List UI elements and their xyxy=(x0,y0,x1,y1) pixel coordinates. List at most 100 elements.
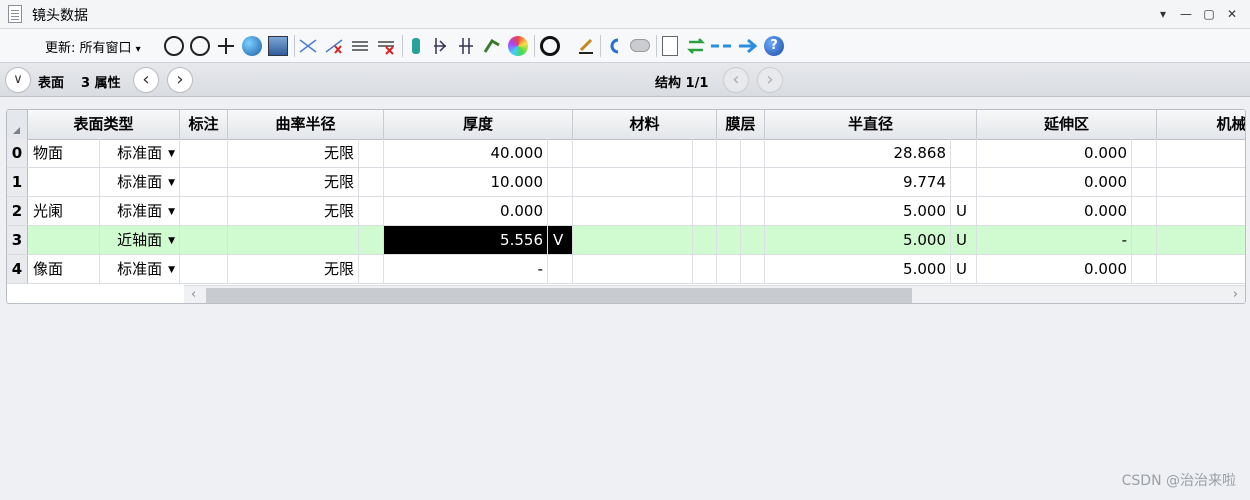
table-cell[interactable] xyxy=(573,139,693,167)
table-cell[interactable] xyxy=(693,139,717,167)
table-cell[interactable] xyxy=(359,255,384,283)
table-cell[interactable] xyxy=(359,197,384,225)
table-cell[interactable] xyxy=(180,255,228,283)
lens-split-icon[interactable] xyxy=(430,36,450,56)
cell-semi[interactable]: 9.774 xyxy=(765,168,951,196)
cell-th-flag[interactable] xyxy=(548,139,573,167)
cell-type[interactable]: 标准面 ▼ xyxy=(100,255,180,283)
cell-semi-flag[interactable] xyxy=(951,168,977,196)
table-cell[interactable] xyxy=(180,168,228,196)
dropdown-arrow-icon[interactable]: ▼ xyxy=(168,149,175,159)
table-cell[interactable] xyxy=(741,139,765,167)
cell-th-flag[interactable]: V xyxy=(548,226,573,254)
select-all-corner[interactable] xyxy=(7,110,28,139)
row-number[interactable]: 3 xyxy=(7,226,28,254)
circle-icon[interactable] xyxy=(540,36,560,56)
table-cell[interactable] xyxy=(693,255,717,283)
table-cell[interactable] xyxy=(693,197,717,225)
row-number[interactable]: 2 xyxy=(7,197,28,225)
col-header-radius[interactable]: 曲率半径 xyxy=(228,110,384,139)
table-cell[interactable] xyxy=(1157,168,1245,196)
table-row[interactable]: 1 标准面 ▼ 无限 10.000 9.774 0.000 xyxy=(7,168,1245,197)
cell-ext[interactable]: 0.000 xyxy=(977,168,1132,196)
collapse-button[interactable]: ∨ xyxy=(5,67,31,93)
table-cell[interactable] xyxy=(573,197,693,225)
lens-join-icon[interactable] xyxy=(456,36,476,56)
cell-name[interactable]: 物面 xyxy=(28,139,100,167)
col-header-comment[interactable]: 标注 xyxy=(180,110,228,139)
table-cell[interactable] xyxy=(359,226,384,254)
window-menu-button[interactable]: ▾ xyxy=(1155,6,1171,22)
cell-th-flag[interactable] xyxy=(548,197,573,225)
cell-thickness[interactable]: 5.556 xyxy=(384,226,548,254)
cell-radius[interactable]: 无限 xyxy=(228,139,359,167)
ray-x-icon[interactable] xyxy=(324,36,344,56)
cell-th-flag[interactable] xyxy=(548,168,573,196)
next-surface-button[interactable]: › xyxy=(167,67,193,93)
table-cell[interactable] xyxy=(717,255,741,283)
cell-type[interactable]: 近轴面 ▼ xyxy=(100,226,180,254)
table-cell[interactable] xyxy=(693,226,717,254)
cell-type[interactable]: 标准面 ▼ xyxy=(100,139,180,167)
table-cell[interactable] xyxy=(693,168,717,196)
swap-icon[interactable] xyxy=(686,36,706,56)
table-cell[interactable] xyxy=(717,226,741,254)
cell-semi-flag[interactable]: U xyxy=(951,255,977,283)
scrollbar-thumb[interactable] xyxy=(206,288,912,303)
arrows-in-icon[interactable] xyxy=(710,36,731,56)
cell-thickness[interactable]: 40.000 xyxy=(384,139,548,167)
cell-semi[interactable]: 5.000 xyxy=(765,197,951,225)
scroll-right-icon[interactable]: › xyxy=(1233,287,1238,302)
cell-radius[interactable]: 无限 xyxy=(228,255,359,283)
table-row[interactable]: 2 光阑 标准面 ▼ 无限 0.000 5.000 U 0.000 xyxy=(7,197,1245,226)
table-cell[interactable] xyxy=(741,255,765,283)
dropdown-arrow-icon[interactable]: ▼ xyxy=(168,236,175,246)
col-header-coating[interactable]: 膜层 xyxy=(717,110,765,139)
table-row[interactable]: 4 像面 标准面 ▼ 无限 - 5.000 U 0.000 xyxy=(7,255,1245,284)
col-header-material[interactable]: 材料 xyxy=(573,110,717,139)
toggle-icon[interactable] xyxy=(630,39,650,52)
move-icon[interactable] xyxy=(216,36,236,56)
col-header-extension[interactable]: 延伸区 xyxy=(977,110,1157,139)
table-cell[interactable] xyxy=(1157,226,1245,254)
horizontal-scrollbar[interactable]: ‹ › xyxy=(184,285,1245,303)
wave-icon[interactable] xyxy=(350,36,370,56)
cell-thickness[interactable]: 10.000 xyxy=(384,168,548,196)
image-icon[interactable] xyxy=(268,36,288,56)
cell-name[interactable] xyxy=(28,226,100,254)
table-cell[interactable] xyxy=(359,168,384,196)
table-cell[interactable] xyxy=(1132,139,1157,167)
update-dropdown[interactable]: 更新: 所有窗口 ▾ xyxy=(45,37,141,56)
edit-icon[interactable] xyxy=(576,36,596,56)
dropdown-arrow-icon[interactable]: ▼ xyxy=(168,207,175,217)
table-cell[interactable] xyxy=(717,168,741,196)
col-header-thickness[interactable]: 厚度 xyxy=(384,110,573,139)
sheet-icon[interactable] xyxy=(662,36,678,56)
cell-radius[interactable] xyxy=(228,226,359,254)
table-cell[interactable] xyxy=(717,139,741,167)
table-cell[interactable] xyxy=(741,168,765,196)
row-number[interactable]: 0 xyxy=(7,139,28,167)
cell-type[interactable]: 标准面 ▼ xyxy=(100,197,180,225)
undo-icon[interactable] xyxy=(604,36,624,56)
table-cell[interactable] xyxy=(1157,255,1245,283)
auto-refresh-icon[interactable] xyxy=(190,36,210,56)
cell-ext[interactable]: 0.000 xyxy=(977,255,1132,283)
lens-group-icon[interactable] xyxy=(406,36,426,56)
cell-semi[interactable]: 28.868 xyxy=(765,139,951,167)
cell-name[interactable]: 像面 xyxy=(28,255,100,283)
cell-name[interactable]: 光阑 xyxy=(28,197,100,225)
table-cell[interactable] xyxy=(180,197,228,225)
cell-th-flag[interactable] xyxy=(548,255,573,283)
cell-semi-flag[interactable]: U xyxy=(951,226,977,254)
prev-structure-button[interactable]: ‹ xyxy=(723,67,749,93)
flag-icon[interactable] xyxy=(482,36,502,56)
table-row[interactable]: 3 近轴面 ▼ 5.556 V 5.000 U - xyxy=(7,226,1245,255)
palette-icon[interactable] xyxy=(508,36,528,56)
maximize-button[interactable]: ▢ xyxy=(1201,6,1217,22)
cell-radius[interactable]: 无限 xyxy=(228,197,359,225)
arrow-right-icon[interactable] xyxy=(737,36,758,56)
cell-thickness[interactable]: 0.000 xyxy=(384,197,548,225)
dropdown-arrow-icon[interactable]: ▼ xyxy=(168,178,175,188)
cell-semi[interactable]: 5.000 xyxy=(765,255,951,283)
